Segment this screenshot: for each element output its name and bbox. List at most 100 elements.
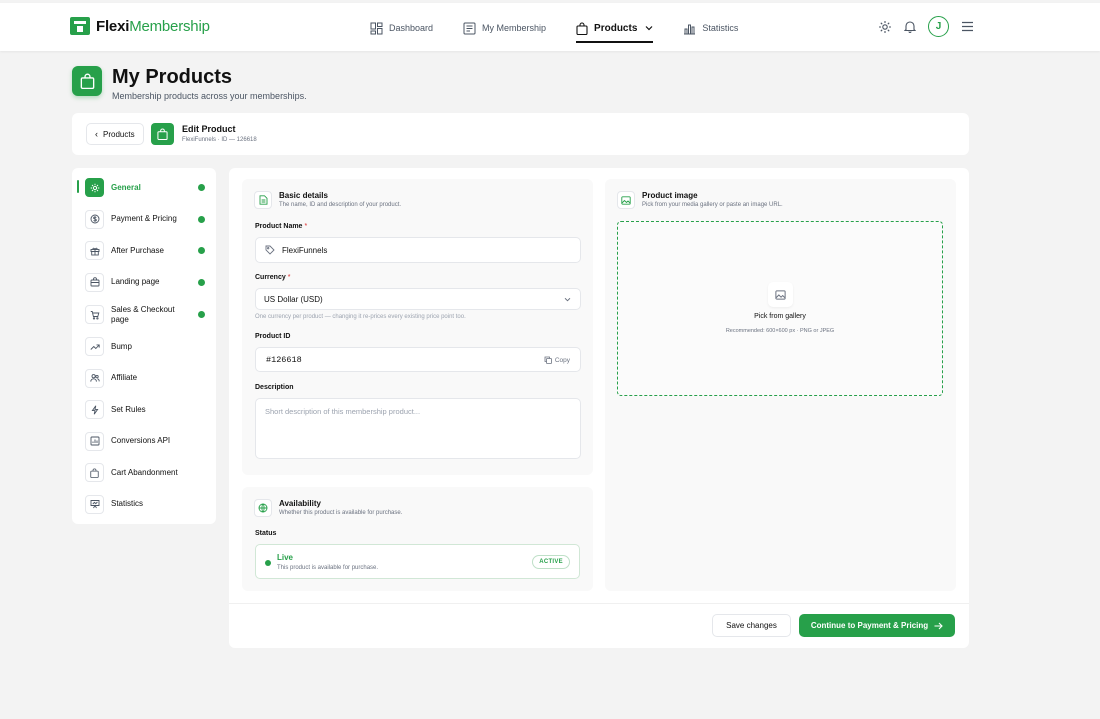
sidebar-item-label: After Purchase: [111, 245, 164, 255]
currency-hint: One currency per product — changing it r…: [255, 314, 466, 320]
sidebar-item-statistics[interactable]: Statistics: [72, 489, 216, 521]
label-text: Currency: [255, 274, 286, 281]
status-option-live[interactable]: Live This product is available for purch…: [255, 544, 580, 579]
nav-item-products[interactable]: Products: [576, 17, 654, 43]
copy-id-button[interactable]: Copy: [544, 356, 570, 364]
edit-product-title: Edit Product: [182, 124, 236, 134]
status-title: Live: [277, 553, 294, 562]
status-description: This product is available for purchase.: [277, 565, 379, 571]
product-name-label: Product Name *: [255, 223, 307, 230]
pick-from-gallery-label: Pick from gallery: [754, 313, 806, 320]
continue-button[interactable]: Continue to Payment & Pricing: [799, 614, 955, 637]
description-textarea[interactable]: Short description of this membership pro…: [255, 398, 581, 459]
top-nav-bar: FlexiMembership Dashboard My Membership …: [0, 3, 1100, 51]
gear-icon: [85, 178, 104, 198]
top-actions: J: [866, 16, 974, 37]
stats-icon: [85, 494, 104, 514]
app-logo[interactable]: FlexiMembership: [70, 17, 210, 35]
complete-check-icon: [198, 184, 205, 191]
cart-icon: [85, 305, 104, 324]
card-title: Basic details: [279, 191, 328, 200]
sidebar-item-label: Bump: [111, 341, 132, 351]
form-footer: Save changes Continue to Payment & Prici…: [229, 603, 969, 648]
globe-icon: [254, 499, 272, 517]
bag-icon: [576, 21, 588, 35]
sidebar-item-cart-abandonment[interactable]: Cart Abandonment: [72, 457, 216, 489]
products-bag-icon: [72, 66, 102, 96]
sidebar-item-label: Cart Abandonment: [111, 467, 178, 477]
nav-item-my-membership[interactable]: My Membership: [463, 17, 546, 39]
currency-label: Currency *: [255, 274, 290, 281]
bell-icon[interactable]: [904, 20, 916, 33]
currency-select[interactable]: US Dollar (USD): [255, 288, 581, 310]
edit-product-meta: FlexiFunnels · ID — 126618: [182, 137, 257, 143]
description-placeholder: Short description of this membership pro…: [265, 407, 421, 416]
nav-item-statistics[interactable]: Statistics: [683, 17, 738, 39]
currency-value: US Dollar (USD): [264, 294, 323, 304]
back-to-products-button[interactable]: ‹ Products: [86, 123, 144, 145]
image-icon: [617, 191, 635, 209]
availability-card: Availability Whether this product is ava…: [242, 487, 593, 591]
sidebar-item-label: Affiliate: [111, 373, 138, 383]
menu-icon[interactable]: [961, 21, 974, 32]
nav-item-dashboard[interactable]: Dashboard: [370, 17, 433, 39]
nav-label: My Membership: [482, 23, 547, 33]
sidebar-item-bump[interactable]: Bump: [72, 331, 216, 363]
product-settings-sidebar: General Payment & Pricing After Purchase…: [72, 168, 216, 524]
product-id-label: Product ID: [255, 333, 291, 340]
complete-check-icon: [198, 215, 205, 223]
card-subtitle: The name, ID and description of your pro…: [279, 202, 402, 208]
product-bag-icon: [151, 123, 174, 145]
dollar-icon: [85, 209, 104, 229]
complete-check-icon: [198, 247, 205, 254]
gear-icon[interactable]: [878, 20, 892, 34]
main-panel: Basic details The name, ID and descripti…: [229, 168, 969, 648]
image-icon: [768, 282, 793, 307]
chevron-down-icon: [564, 297, 571, 302]
edit-product-bar: ‹ Products Edit Product FlexiFunnels · I…: [72, 113, 969, 155]
logo-text-secondary: Membership: [129, 17, 210, 35]
sidebar-item-landing-page[interactable]: Landing page: [72, 267, 216, 299]
sidebar-item-label: Landing page: [111, 277, 160, 287]
chevron-down-icon: [645, 26, 653, 31]
product-id-value: #126618: [266, 354, 302, 365]
arrow-right-icon: [934, 622, 943, 629]
required-asterisk: *: [287, 274, 291, 281]
sidebar-item-label: Sales & Checkout page: [111, 304, 175, 324]
main-nav: Dashboard My Membership Products Statist…: [370, 17, 768, 43]
bar-chart-icon: [684, 24, 696, 34]
page-subtitle: Membership products across your membersh…: [112, 91, 307, 101]
status-radio: [265, 560, 271, 566]
chevron-left-icon: ‹: [95, 129, 98, 139]
product-image-card: Product image Pick from your media galle…: [605, 179, 956, 591]
sidebar-item-after-purchase[interactable]: After Purchase: [72, 235, 216, 267]
sidebar-item-affiliate[interactable]: Affiliate: [72, 363, 216, 395]
bolt-icon: [85, 400, 104, 420]
sidebar-item-sales-checkout[interactable]: Sales & Checkout page: [72, 298, 216, 331]
sidebar-item-label: General: [111, 182, 141, 192]
dashboard-icon: [370, 22, 383, 34]
image-recommendation: Recommended: 600×600 px · PNG or JPEG: [725, 328, 835, 334]
card-subtitle: Whether this product is available for pu…: [279, 510, 403, 516]
sidebar-item-general[interactable]: General: [72, 172, 216, 204]
avatar[interactable]: J: [928, 16, 949, 37]
card-title: Availability: [279, 499, 321, 508]
sidebar-item-conversions-api[interactable]: Conversions API: [72, 426, 216, 458]
sidebar-item-set-rules[interactable]: Set Rules: [72, 394, 216, 426]
page-title: My Products: [112, 66, 233, 88]
save-changes-button[interactable]: Save changes: [712, 614, 791, 637]
product-name-input[interactable]: FlexiFunnels: [255, 237, 581, 263]
basic-details-card: Basic details The name, ID and descripti…: [242, 179, 593, 475]
sidebar-item-label: Set Rules: [111, 404, 146, 414]
sidebar-item-payment-pricing[interactable]: Payment & Pricing: [72, 204, 216, 236]
landing-icon: [85, 272, 104, 292]
image-dropzone[interactable]: Pick from gallery Recommended: 600×600 p…: [617, 221, 943, 396]
product-id-field: #126618 Copy: [255, 347, 581, 372]
trend-icon: [85, 337, 104, 357]
required-asterisk: *: [304, 223, 308, 230]
users-icon: [85, 368, 104, 388]
copy-icon: [544, 356, 552, 364]
logo-text-primary: Flexi: [96, 17, 130, 35]
document-icon: [254, 191, 272, 209]
complete-check-icon: [198, 311, 205, 318]
